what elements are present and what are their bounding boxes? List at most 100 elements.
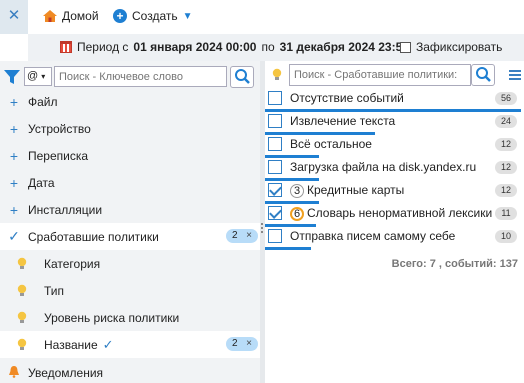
tree-subitem-category[interactable]: Категория xyxy=(0,250,260,277)
bulb-icon xyxy=(0,284,44,298)
expand-icon[interactable]: + xyxy=(0,148,28,164)
policy-checkbox[interactable] xyxy=(268,160,282,174)
policies-search-input[interactable] xyxy=(289,64,471,86)
tree-item-notifications[interactable]: Уведомления xyxy=(0,359,260,383)
tree-subitem-type[interactable]: Тип xyxy=(0,277,260,304)
create-button[interactable]: + Создать ▼ xyxy=(113,9,193,23)
close-icon[interactable]: ✕ xyxy=(0,0,28,34)
period-mid: по xyxy=(261,40,275,54)
tree-subitem-name[interactable]: Название ✓ 2 × xyxy=(0,331,260,358)
policy-count-badge: 12 xyxy=(495,161,517,174)
search-mode-select[interactable]: @ ▾ xyxy=(24,67,52,86)
bulb-icon xyxy=(0,311,44,325)
policy-name-text: Отсутствие событий xyxy=(290,91,404,105)
policy-count-badge: 11 xyxy=(495,207,517,220)
policy-name: Загрузка файла на disk.yandex.ru xyxy=(290,160,476,174)
filter-count-badge[interactable]: 2 × xyxy=(226,229,258,243)
tree-item-correspondence[interactable]: + Переписка xyxy=(0,142,260,169)
policy-count-badge: 56 xyxy=(495,92,517,105)
expand-icon[interactable]: + xyxy=(0,94,28,110)
policy-name-text: Загрузка файла на disk.yandex.ru xyxy=(290,160,477,174)
tree-item-file[interactable]: + Файл xyxy=(0,88,260,115)
policy-name-text: Отправка писем самому себе xyxy=(290,229,456,243)
bulb-icon xyxy=(0,257,44,271)
tree-subitem-label: Тип xyxy=(44,283,65,298)
tree-subitem-label: Категория xyxy=(44,256,101,271)
policy-name: 6 Словарь ненормативной лексики xyxy=(290,206,492,221)
filter-panel: @ ▾ + Файл + Устройство + Переписка + Да… xyxy=(0,61,260,383)
tree-item-device[interactable]: + Устройство xyxy=(0,115,260,142)
policy-rank-badge: 6 xyxy=(290,207,304,221)
calendar-icon xyxy=(60,41,72,53)
plus-icon: + xyxy=(113,9,127,23)
policy-checkbox[interactable] xyxy=(268,91,282,105)
keyword-search-button[interactable] xyxy=(230,66,254,88)
policy-row[interactable]: 3 Кредитные карты 12 xyxy=(265,180,521,204)
tree-item-installations[interactable]: + Инсталляции xyxy=(0,196,260,223)
filter-count-badge[interactable]: 2 × xyxy=(226,337,258,351)
policy-row[interactable]: Извлечение текста 24 xyxy=(265,111,521,135)
policy-count-badge: 12 xyxy=(495,138,517,151)
expand-icon[interactable]: + xyxy=(0,175,28,191)
policies-search xyxy=(269,64,521,88)
period-from: 01 января 2024 00:00 xyxy=(133,40,257,54)
period-to: 31 декабря 2024 23:59 xyxy=(279,40,409,54)
policy-row[interactable]: Отсутствие событий 56 xyxy=(265,88,521,112)
bulb-icon xyxy=(272,68,282,80)
filter-icon[interactable] xyxy=(4,69,20,85)
policies-search-button[interactable] xyxy=(471,64,495,86)
tree-item-label: Дата xyxy=(28,175,55,190)
home-button[interactable]: Домой xyxy=(42,9,99,23)
tree-item-label: Файл xyxy=(28,94,58,109)
bulb-icon xyxy=(0,338,44,352)
total-summary: Всего: 7 , событий: 137 xyxy=(391,258,518,270)
policy-name: Всё остальное xyxy=(290,137,372,151)
fix-label: Зафиксировать xyxy=(416,40,503,54)
fix-toggle[interactable]: Зафиксировать xyxy=(400,40,502,54)
check-icon[interactable]: ✓ xyxy=(0,228,28,245)
tree-subitem-label: Уровень риска политики xyxy=(44,310,180,325)
policy-name: Отправка писем самому себе xyxy=(290,229,455,243)
tree-item-date[interactable]: + Дата xyxy=(0,169,260,196)
fix-checkbox[interactable] xyxy=(400,41,411,53)
expand-icon[interactable]: + xyxy=(0,202,28,218)
bell-icon xyxy=(0,365,28,381)
policy-row[interactable]: Всё остальное 12 xyxy=(265,134,521,158)
menu-icon[interactable] xyxy=(509,70,521,80)
policy-row[interactable]: Отправка писем самому себе 10 xyxy=(265,226,521,250)
tree-item-triggered-policies[interactable]: ✓ Сработавшие политики 2 × xyxy=(0,223,260,250)
policies-panel: Отсутствие событий 56 Извлечение текста 24 В… xyxy=(265,61,524,383)
policy-checkbox[interactable] xyxy=(268,183,282,197)
tree-subitem-risk-level[interactable]: Уровень риска политики xyxy=(0,304,260,331)
policy-checkbox[interactable] xyxy=(268,229,282,243)
policy-name: 3 Кредитные карты xyxy=(290,183,404,198)
policy-checkbox[interactable] xyxy=(268,137,282,151)
filter-search: @ ▾ xyxy=(4,66,256,88)
top-bar: ✕ Домой + Создать ▼ xyxy=(0,0,524,34)
expand-icon[interactable]: + xyxy=(0,121,28,137)
period-bar: Период с 01 января 2024 00:00 по 31 дека… xyxy=(28,34,524,61)
home-label: Домой xyxy=(62,9,99,23)
tree-subitem-label: Название xyxy=(44,337,98,352)
tree-item-label: Инсталляции xyxy=(28,202,103,217)
policy-name: Извлечение текста xyxy=(290,114,395,128)
search-icon xyxy=(235,69,250,84)
policy-name-text: Извлечение текста xyxy=(290,114,396,128)
policy-frequency-bar xyxy=(265,247,311,250)
clear-filter-icon: × xyxy=(246,338,252,349)
policy-checkbox[interactable] xyxy=(268,114,282,128)
clear-filter-icon: × xyxy=(246,230,252,241)
period-selector[interactable]: Период с 01 января 2024 00:00 по 31 дека… xyxy=(60,40,409,54)
policy-name-text: Всё остальное xyxy=(290,137,372,151)
policy-count-badge: 12 xyxy=(495,184,517,197)
policy-row[interactable]: 6 Словарь ненормативной лексики 11 xyxy=(265,203,521,227)
period-prefix: Период с xyxy=(77,40,129,54)
policy-name: Отсутствие событий xyxy=(290,91,404,105)
keyword-search-input[interactable] xyxy=(54,66,227,87)
policy-checkbox[interactable] xyxy=(268,206,282,220)
tree-item-label: Уведомления xyxy=(28,365,104,380)
policy-name-text: Словарь ненормативной лексики xyxy=(307,206,493,220)
policy-row[interactable]: Загрузка файла на disk.yandex.ru 12 xyxy=(265,157,521,181)
search-icon xyxy=(476,67,491,82)
check-icon: ✓ xyxy=(102,336,114,352)
